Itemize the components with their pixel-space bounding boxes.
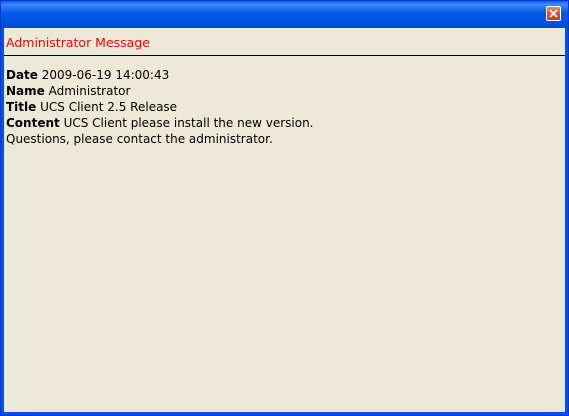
content-row: Content UCS Client please install the ne…	[6, 115, 314, 131]
date-row: Date 2009-06-19 14:00:43	[6, 67, 314, 83]
message-body: Date 2009-06-19 14:00:43 Name Administra…	[6, 67, 314, 147]
content-label: Content	[6, 116, 60, 130]
name-value: Administrator	[48, 84, 131, 98]
message-heading: Administrator Message	[6, 35, 150, 50]
date-label: Date	[6, 68, 38, 82]
heading-divider	[4, 55, 565, 56]
title-row: Title UCS Client 2.5 Release	[6, 99, 314, 115]
name-label: Name	[6, 84, 45, 98]
close-button[interactable]	[546, 6, 561, 21]
date-value: 2009-06-19 14:00:43	[41, 68, 170, 82]
message-window: Administrator Message Date 2009-06-19 14…	[0, 0, 569, 416]
close-x-icon	[549, 9, 558, 18]
content-value: UCS Client please install the new versio…	[63, 116, 314, 130]
title-value: UCS Client 2.5 Release	[40, 100, 178, 114]
title-label: Title	[6, 100, 37, 114]
name-row: Name Administrator	[6, 83, 314, 99]
title-bar[interactable]	[1, 1, 568, 28]
message-panel: Administrator Message Date 2009-06-19 14…	[4, 28, 565, 412]
content-continuation: Questions, please contact the administra…	[6, 132, 273, 146]
